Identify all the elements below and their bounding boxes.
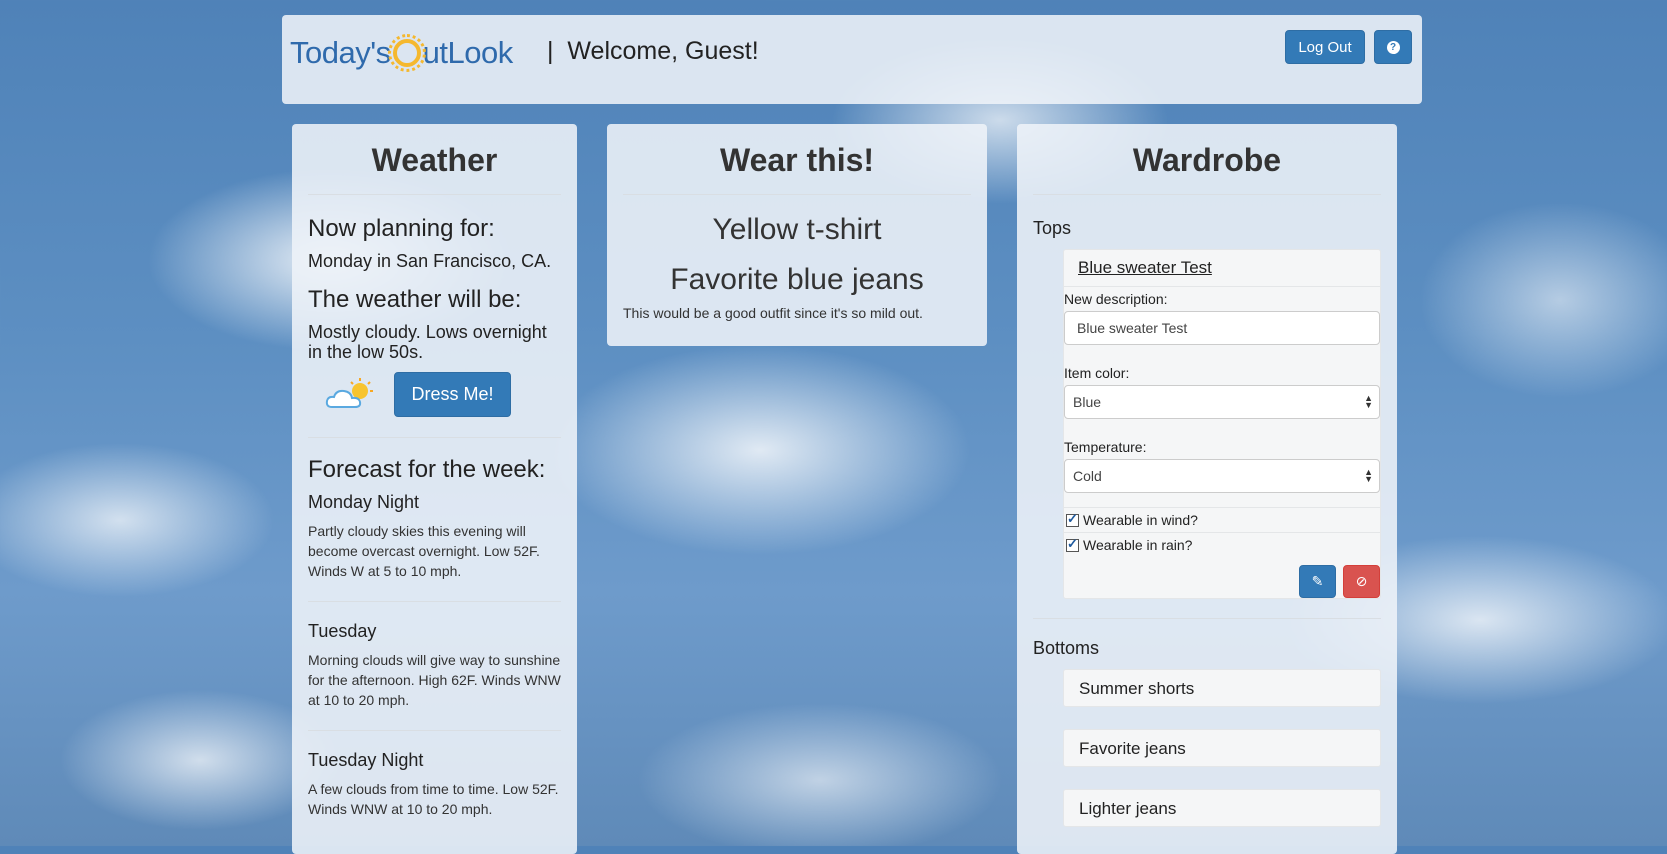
bottoms-heading: Bottoms (1033, 638, 1100, 658)
description-value: Blue sweater Test (1077, 320, 1188, 336)
wardrobe-panel: Wardrobe Tops Blue sweater Test New desc… (1017, 124, 1397, 854)
weather-description: Mostly cloudy. Lows overnight in the low… (308, 322, 547, 362)
forecast-day: Monday Night (308, 492, 420, 512)
wear-panel: Wear this! Yellow t-shirt Favorite blue … (607, 124, 987, 346)
logo[interactable]: Today's utLook (290, 34, 514, 72)
delete-button[interactable]: ⊘ (1343, 565, 1380, 598)
temperature-select[interactable]: Cold ▲ ▼ (1064, 459, 1380, 493)
navbar: Today's utLook | Welcome, Guest! Log Out… (282, 15, 1422, 104)
weather-title: Weather (371, 142, 498, 178)
list-item[interactable]: Lighter jeans (1063, 789, 1381, 827)
forecast-text: A few clouds from time to time. Low 52F.… (308, 781, 559, 817)
ban-icon: ⊘ (1355, 573, 1368, 590)
help-button[interactable]: ? (1374, 30, 1412, 64)
divider (308, 601, 561, 602)
rain-checkbox-row[interactable]: Wearable in rain? (1064, 532, 1380, 557)
temperature-value: Cold (1073, 468, 1102, 484)
divider (1033, 618, 1381, 619)
welcome-message: | Welcome, Guest! (547, 37, 759, 66)
divider (623, 194, 971, 195)
list-item[interactable]: Summer shorts (1063, 669, 1381, 707)
color-label: Item color: (1064, 365, 1130, 381)
select-arrows-icon: ▲ ▼ (1364, 467, 1373, 484)
description-label: New description: (1064, 291, 1168, 307)
item-title-link[interactable]: Blue sweater Test (1064, 250, 1380, 287)
list-item[interactable]: Favorite jeans (1063, 729, 1381, 767)
temperature-label: Temperature: (1064, 439, 1147, 455)
welcome-separator: | (547, 37, 554, 65)
divider (308, 437, 561, 438)
forecast-text: Morning clouds will give way to sunshine… (308, 652, 561, 708)
wind-checkbox[interactable] (1066, 511, 1079, 527)
divider (308, 730, 561, 731)
wind-checkbox-row[interactable]: Wearable in wind? (1064, 507, 1380, 532)
logout-button[interactable]: Log Out (1285, 30, 1365, 64)
outfit-top: Yellow t-shirt (712, 213, 882, 246)
rain-checkbox[interactable] (1066, 536, 1079, 552)
edit-button[interactable]: ✎ (1299, 565, 1336, 598)
wind-label: Wearable in wind? (1083, 512, 1198, 528)
divider (1033, 194, 1381, 195)
outfit-note: This would be a good outfit since it's s… (623, 305, 923, 321)
weather-heading: The weather will be: (308, 286, 522, 313)
dress-me-button[interactable]: Dress Me! (394, 372, 511, 417)
logo-text-start: Today's (290, 35, 391, 70)
color-value: Blue (1073, 394, 1102, 410)
forecast-day: Tuesday (308, 621, 377, 641)
forecast-heading: Forecast for the week: (308, 456, 546, 483)
color-select[interactable]: Blue ▲ ▼ (1064, 385, 1380, 419)
rain-label: Wearable in rain? (1083, 537, 1193, 553)
planning-value: Monday in San Francisco, CA. (308, 251, 552, 271)
pencil-icon: ✎ (1311, 573, 1324, 590)
forecast-day: Tuesday Night (308, 750, 424, 770)
wardrobe-title: Wardrobe (1132, 142, 1282, 178)
edit-item-card: Blue sweater Test New description: Blue … (1063, 249, 1381, 599)
weather-panel: Weather Now planning for: Monday in San … (292, 124, 577, 854)
divider (308, 194, 561, 195)
outfit-bottom: Favorite blue jeans (670, 263, 924, 296)
logo-text-end: utLook (422, 35, 514, 70)
question-circle-icon: ? (1386, 40, 1400, 54)
planning-heading: Now planning for: (308, 215, 495, 242)
description-input[interactable]: Blue sweater Test (1064, 311, 1380, 345)
welcome-text: Welcome, Guest! (567, 37, 759, 65)
sun-icon (387, 34, 426, 72)
wear-title: Wear this! (719, 142, 875, 178)
select-arrows-icon: ▲ ▼ (1364, 393, 1373, 410)
forecast-text: Partly cloudy skies this evening will be… (308, 523, 540, 579)
partly-cloudy-icon (324, 377, 376, 413)
weather-actions: Dress Me! (308, 372, 561, 417)
tops-heading: Tops (1033, 218, 1072, 238)
